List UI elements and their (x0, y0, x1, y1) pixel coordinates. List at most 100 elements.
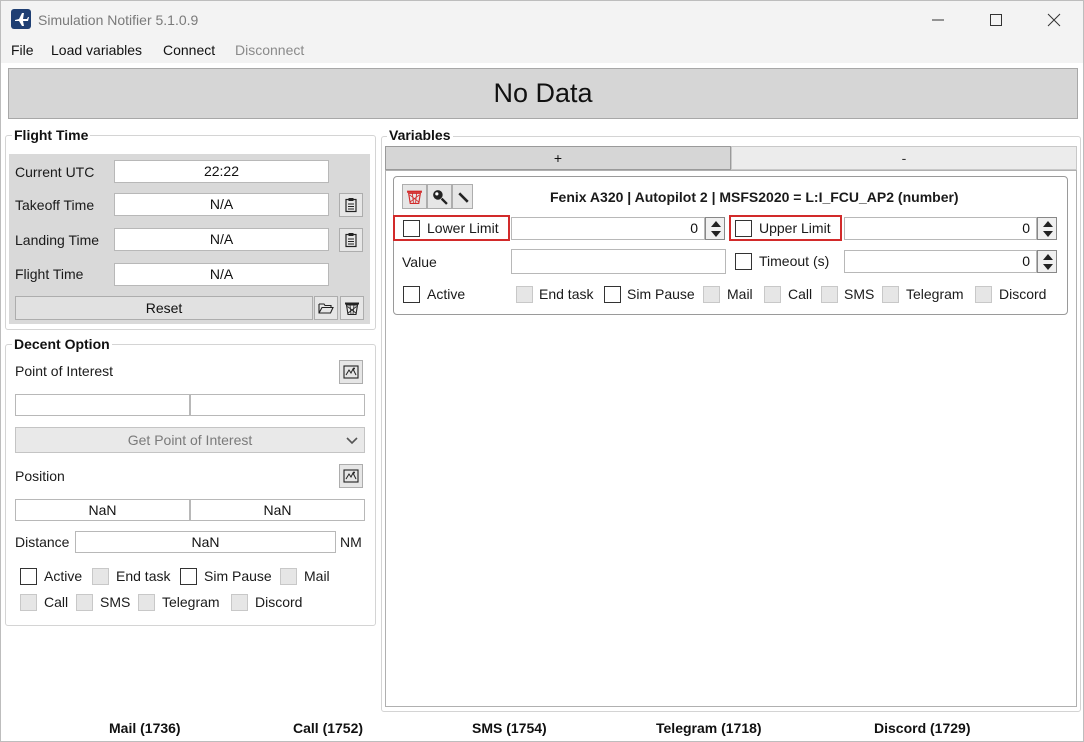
arrow-up-icon (1043, 221, 1053, 227)
decent-sms-checkbox[interactable] (76, 594, 93, 611)
menu-bar: File Load variables Connect Disconnect (1, 39, 1083, 63)
decent-sim-pause-checkbox[interactable] (180, 568, 197, 585)
landing-time-field: N/A (114, 228, 329, 251)
menu-connect[interactable]: Connect (163, 42, 215, 58)
card-sms-checkbox[interactable] (821, 286, 838, 303)
upper-limit-checkbox[interactable] (735, 220, 752, 237)
landing-time-label: Landing Time (15, 232, 100, 248)
poi-lon-field[interactable] (190, 394, 365, 416)
arrow-up-icon (1043, 254, 1053, 260)
card-telegram-checkbox[interactable] (882, 286, 899, 303)
timeout-field[interactable]: 0 (844, 250, 1037, 273)
decent-active-label: Active (44, 568, 83, 584)
status-call: Call (1752) (293, 720, 364, 736)
lower-limit-checkbox[interactable] (403, 220, 420, 237)
remove-variable-tab[interactable]: - (731, 146, 1077, 170)
card-active-checkbox[interactable] (403, 286, 420, 303)
decent-telegram-checkbox[interactable] (138, 594, 155, 611)
decent-active-checkbox[interactable] (20, 568, 37, 585)
maximize-icon (990, 14, 1002, 26)
chevron-down-icon (346, 437, 358, 445)
takeoff-time-label: Takeoff Time (15, 197, 95, 213)
folder-open-icon (318, 303, 334, 314)
map-icon (343, 365, 359, 379)
flight-time-title: Flight Time (12, 127, 91, 143)
position-lon-field: NaN (190, 499, 365, 521)
arrow-up-icon (711, 221, 721, 227)
distance-unit: NM (340, 534, 362, 550)
add-variable-tab[interactable]: + (385, 146, 731, 170)
card-call-checkbox[interactable] (764, 286, 781, 303)
flight-time-field: N/A (114, 263, 329, 286)
lower-limit-label: Lower Limit (427, 220, 499, 236)
status-banner: No Data (8, 68, 1078, 119)
title-bar[interactable]: Simulation Notifier 5.1.0.9 (1, 1, 1083, 39)
decent-end-task-label: End task (116, 568, 171, 584)
decent-end-task-checkbox[interactable] (92, 568, 109, 585)
open-folder-button[interactable] (314, 296, 338, 320)
poi-lat-field[interactable] (15, 394, 190, 416)
variables-title: Variables (387, 127, 453, 143)
card-sim-pause-checkbox[interactable] (604, 286, 621, 303)
copy-takeoff-button[interactable] (339, 193, 363, 217)
menu-load-variables[interactable]: Load variables (51, 42, 142, 58)
value-label: Value (402, 254, 437, 270)
card-discord-checkbox[interactable] (975, 286, 992, 303)
poi-label: Point of Interest (15, 363, 114, 379)
decent-telegram-label: Telegram (162, 594, 220, 610)
card-end-task-label: End task (539, 286, 594, 302)
upper-limit-field[interactable]: 0 (844, 217, 1037, 240)
clipboard-icon (345, 198, 357, 213)
card-sim-pause-label: Sim Pause (627, 286, 695, 302)
card-edit-button[interactable] (452, 184, 473, 209)
card-sms-label: SMS (844, 286, 875, 302)
menu-file[interactable]: File (11, 42, 34, 58)
lower-limit-field[interactable]: 0 (511, 217, 705, 240)
minimize-icon (932, 19, 944, 21)
position-label: Position (15, 468, 65, 484)
decent-discord-label: Discord (255, 594, 303, 610)
decent-call-checkbox[interactable] (20, 594, 37, 611)
arrow-down-icon (1043, 264, 1053, 270)
distance-field: NaN (75, 531, 336, 553)
card-end-task-checkbox[interactable] (516, 286, 533, 303)
card-discord-label: Discord (999, 286, 1047, 302)
value-field[interactable] (511, 249, 726, 274)
trash-basket-icon (407, 190, 422, 204)
card-delete-button[interactable] (402, 184, 427, 209)
decent-mail-checkbox[interactable] (280, 568, 297, 585)
timeout-checkbox[interactable] (735, 253, 752, 270)
decent-sim-pause-label: Sim Pause (204, 568, 272, 584)
delete-button[interactable] (340, 296, 364, 320)
clipboard-icon (345, 233, 357, 248)
decent-discord-checkbox[interactable] (231, 594, 248, 611)
poi-map-button[interactable] (339, 360, 363, 384)
close-icon (1047, 13, 1061, 27)
menu-disconnect[interactable]: Disconnect (235, 42, 304, 58)
window-title: Simulation Notifier 5.1.0.9 (38, 12, 199, 28)
status-sms: SMS (1754) (472, 720, 547, 736)
lower-limit-spinner[interactable] (705, 217, 725, 240)
airplane-icon (11, 9, 31, 29)
timeout-spinner[interactable] (1037, 250, 1057, 273)
card-mail-checkbox[interactable] (703, 286, 720, 303)
close-button[interactable] (1025, 1, 1083, 39)
copy-landing-button[interactable] (339, 228, 363, 252)
get-poi-dropdown[interactable]: Get Point of Interest (15, 427, 365, 453)
upper-limit-spinner[interactable] (1037, 217, 1057, 240)
get-poi-label: Get Point of Interest (127, 432, 253, 448)
card-mail-label: Mail (727, 286, 753, 302)
decent-sms-label: SMS (100, 594, 131, 610)
magnifier-icon (433, 190, 448, 205)
current-utc-field: 22:22 (114, 160, 329, 183)
takeoff-time-field: N/A (114, 193, 329, 216)
card-telegram-label: Telegram (906, 286, 964, 302)
minimize-button[interactable] (909, 1, 967, 39)
reset-button[interactable]: Reset (15, 296, 313, 320)
position-lat-field: NaN (15, 499, 190, 521)
position-map-button[interactable] (339, 464, 363, 488)
maximize-button[interactable] (967, 1, 1025, 39)
card-search-button[interactable] (427, 184, 452, 209)
card-active-label: Active (427, 286, 466, 302)
flight-time-label: Flight Time (15, 266, 84, 282)
